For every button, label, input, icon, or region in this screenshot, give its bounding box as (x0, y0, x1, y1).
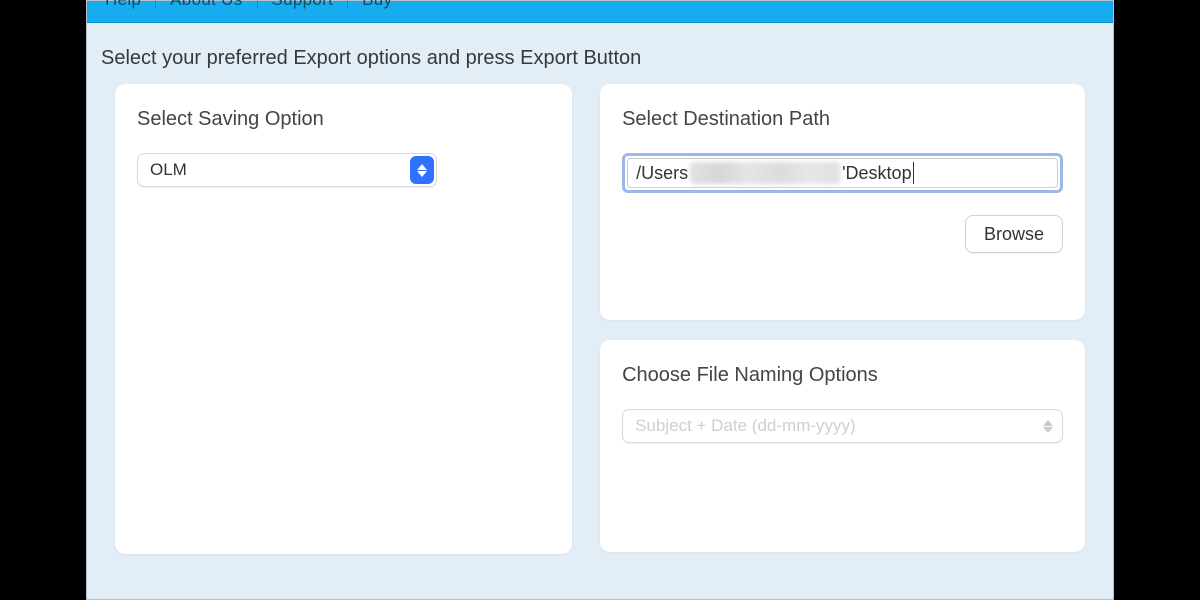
destination-heading: Select Destination Path (622, 108, 1063, 131)
chevron-up-down-icon (410, 156, 434, 184)
card-destination-path: Select Destination Path /Users 'Desktop … (600, 84, 1085, 320)
file-naming-value: Subject + Date (dd-mm-yyyy) (635, 416, 856, 436)
app-window: Help About Us Support Buy Select your pr… (86, 0, 1114, 600)
saving-option-select[interactable]: OLM (137, 153, 437, 187)
nav-support[interactable]: Support (258, 0, 349, 8)
nav-about-us[interactable]: About Us (156, 0, 257, 8)
destination-path-redacted (690, 162, 840, 184)
destination-path-input[interactable]: /Users 'Desktop (627, 158, 1058, 188)
destination-path-suffix: 'Desktop (842, 163, 911, 184)
page-instruction: Select your preferred Export options and… (87, 23, 1113, 84)
text-caret (913, 162, 914, 184)
panels: Select Saving Option OLM Select Destinat… (87, 84, 1113, 554)
destination-input-focus-ring: /Users 'Desktop (622, 153, 1063, 193)
card-file-naming: Choose File Naming Options Subject + Dat… (600, 340, 1085, 552)
nav-buy[interactable]: Buy (348, 0, 406, 8)
card-saving-option: Select Saving Option OLM (115, 84, 572, 554)
chevron-up-down-icon (1036, 412, 1060, 440)
file-naming-select[interactable]: Subject + Date (dd-mm-yyyy) (622, 409, 1063, 443)
saving-option-value: OLM (150, 160, 187, 180)
file-naming-heading: Choose File Naming Options (622, 364, 1063, 387)
destination-path-prefix: /Users (636, 163, 688, 184)
saving-option-heading: Select Saving Option (137, 108, 550, 131)
nav-help[interactable]: Help (105, 0, 156, 8)
top-nav: Help About Us Support Buy (87, 1, 1113, 23)
browse-button[interactable]: Browse (965, 215, 1063, 253)
